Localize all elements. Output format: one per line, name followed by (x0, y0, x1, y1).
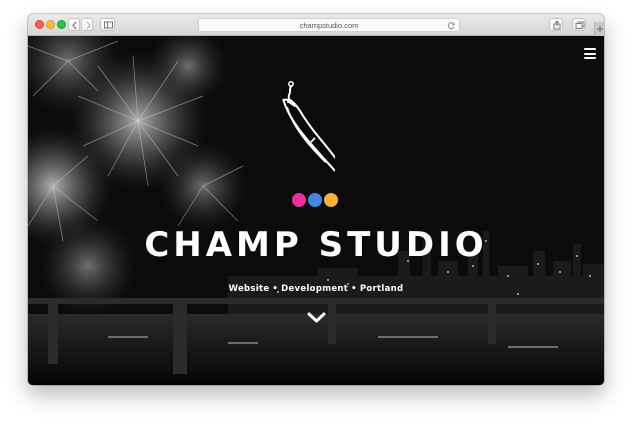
hero-title: CHAMP STUDIO (144, 225, 488, 265)
scroll-down-chevron-icon[interactable] (307, 312, 326, 323)
subtitle-development: Development (281, 284, 349, 294)
address-bar[interactable]: champstudio.com (198, 18, 460, 32)
minimize-window-button[interactable] (46, 20, 55, 29)
forward-icon (86, 21, 91, 30)
banana-logo-icon (282, 81, 335, 172)
share-icon (553, 20, 561, 30)
subtitle-website: Website (228, 284, 270, 294)
back-icon (72, 21, 77, 30)
page-viewport: CHAMP STUDIO Website • Development • Portlan… (28, 36, 604, 385)
blue-dot (308, 193, 322, 207)
subtitle-separator: • (272, 284, 279, 294)
hamburger-menu-button[interactable] (584, 48, 596, 59)
subtitle-separator: • (351, 284, 357, 294)
forward-button[interactable] (81, 18, 93, 31)
sidebar-icon (104, 21, 113, 29)
reload-icon[interactable] (447, 21, 456, 30)
magenta-dot (292, 193, 306, 207)
yellow-dot (324, 193, 338, 207)
share-button[interactable] (549, 18, 563, 31)
back-button[interactable] (68, 18, 80, 31)
zoom-window-button[interactable] (57, 20, 66, 29)
river (28, 314, 604, 385)
sidebar-button[interactable] (100, 18, 115, 31)
browser-toolbar: champstudio.com (28, 14, 604, 36)
new-tab-icon (597, 26, 603, 32)
new-tab-button[interactable] (594, 22, 604, 36)
tabs-icon (575, 21, 585, 29)
subtitle-portland: Portland (359, 284, 404, 294)
browser-window: champstudio.com CHAMP STUDIO Website • D… (28, 14, 604, 385)
close-window-button[interactable] (35, 20, 44, 29)
hero-subtitle: Website • Development • Portland (28, 283, 604, 295)
address-text: champstudio.com (299, 21, 359, 30)
tabs-overview-button[interactable] (572, 18, 586, 31)
